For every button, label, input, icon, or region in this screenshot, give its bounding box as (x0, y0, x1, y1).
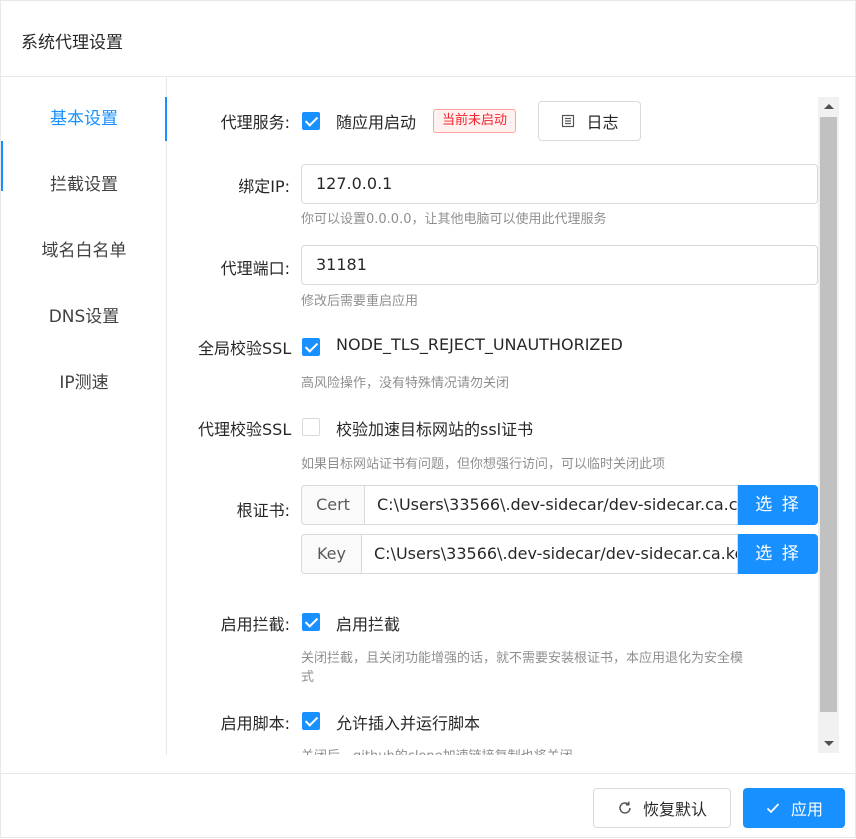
check-icon (765, 800, 781, 816)
scroll-down-arrow-icon[interactable] (824, 741, 834, 746)
proxy-ssl-checkbox[interactable] (302, 418, 320, 436)
log-button-label: 日志 (586, 113, 619, 132)
sidebar-active-indicator (165, 97, 167, 141)
cert-addon: Cert (301, 485, 364, 525)
enable-intercept-checkbox[interactable] (302, 613, 320, 631)
apply-button[interactable]: 应用 (743, 788, 845, 828)
settings-sidebar: 基本设置 拦截设置 域名白名单 DNS设置 IP测速 (1, 77, 167, 755)
vertical-scrollbar[interactable] (818, 97, 839, 753)
root-cert-label: 根证书: (236, 501, 290, 520)
key-path-input[interactable]: C:\Users\33566\.dev-sidecar/dev-sidecar.… (361, 534, 738, 574)
bind-ip-help: 你可以设置0.0.0.0，让其他电脑可以使用此代理服务 (301, 212, 607, 227)
proxy-port-help: 修改后需要重启应用 (301, 294, 419, 309)
global-ssl-help: 高风险操作，没有特殊情况请勿关闭 (301, 376, 510, 391)
proxy-port-label: 代理端口: (220, 259, 290, 278)
key-addon: Key (301, 534, 361, 574)
enable-script-label: 启用脚本: (220, 714, 290, 733)
sidebar-item-intercept[interactable]: 拦截设置 (1, 163, 167, 207)
cert-path-input[interactable]: C:\Users\33566\.dev-sidecar/dev-sidecar.… (364, 485, 738, 525)
global-ssl-checkbox-label[interactable]: NODE_TLS_REJECT_UNAUTHORIZED (336, 335, 623, 354)
sidebar-item-dns[interactable]: DNS设置 (1, 295, 167, 339)
reload-icon (617, 800, 633, 816)
select-key-button[interactable]: 选 择 (738, 534, 818, 574)
sidebar-item-whitelist[interactable]: 域名白名单 (1, 229, 167, 273)
proxy-service-label: 代理服务: (220, 113, 290, 132)
enable-intercept-help-line2: 式 (301, 670, 315, 685)
enable-intercept-label: 启用拦截: (220, 615, 290, 634)
proxy-ssl-label: 代理校验SSL (198, 420, 292, 439)
proxy-service-checkbox[interactable] (302, 112, 320, 130)
key-path-group: Key C:\Users\33566\.dev-sidecar/dev-side… (301, 534, 818, 574)
log-button[interactable]: 日志 (538, 101, 641, 141)
settings-window: 系统代理设置 基本设置 拦截设置 域名白名单 DNS设置 IP测速 代理服务: … (0, 0, 856, 838)
proxy-service-checkbox-label[interactable]: 随应用启动 (336, 109, 416, 133)
proxy-port-input[interactable]: 31181 (301, 245, 818, 285)
file-text-icon (560, 113, 576, 129)
cert-path-group: Cert C:\Users\33566\.dev-sidecar/dev-sid… (301, 485, 818, 525)
reset-default-button[interactable]: 恢复默认 (593, 788, 731, 828)
proxy-ssl-help: 如果目标网站证书有问题，但你想强行访问，可以临时关闭此项 (301, 457, 666, 472)
scrollbar-thumb[interactable] (820, 117, 837, 712)
bind-ip-input[interactable]: 127.0.0.1 (301, 164, 818, 204)
select-cert-button[interactable]: 选 择 (738, 485, 818, 525)
settings-content: 代理服务: 随应用启动 当前未启动 日志 绑定IP: 127.0.0.1 你可以… (168, 77, 818, 755)
sidebar-item-ip-speed[interactable]: IP测速 (1, 361, 167, 405)
enable-script-checkbox-label[interactable]: 允许插入并运行脚本 (336, 710, 480, 734)
dialog-footer: 恢复默认 应用 (1, 773, 856, 839)
enable-script-help: 关闭后，github的clone加速链接复制也将关闭 (301, 745, 573, 755)
sidebar-item-basic[interactable]: 基本设置 (1, 97, 167, 141)
scroll-up-arrow-icon[interactable] (824, 104, 834, 109)
enable-script-checkbox[interactable] (302, 712, 320, 730)
global-ssl-checkbox[interactable] (302, 338, 320, 356)
enable-intercept-checkbox-label[interactable]: 启用拦截 (336, 611, 400, 635)
apply-label: 应用 (790, 800, 823, 819)
proxy-ssl-checkbox-label[interactable]: 校验加速目标网站的ssl证书 (336, 416, 533, 440)
bind-ip-label: 绑定IP: (238, 177, 290, 196)
enable-intercept-help: 关闭拦截，且关闭功能增强的话，就不需要安装根证书，本应用退化为安全模 (301, 651, 744, 666)
status-badge: 当前未启动 (433, 109, 517, 133)
dialog-title: 系统代理设置 (21, 33, 123, 53)
reset-default-label: 恢复默认 (642, 800, 707, 819)
dialog-header: 系统代理设置 (1, 1, 856, 77)
global-ssl-label: 全局校验SSL (198, 339, 292, 358)
